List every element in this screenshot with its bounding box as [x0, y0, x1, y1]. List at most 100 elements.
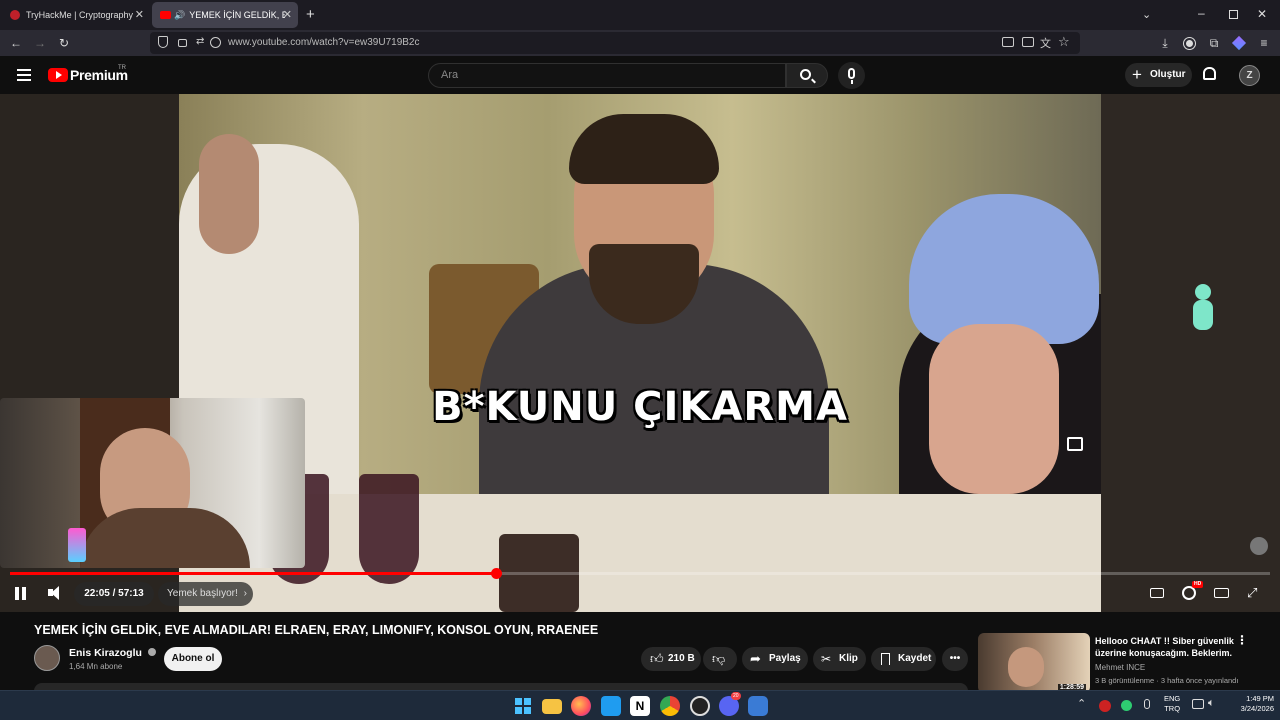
url-bar[interactable]: ⇄ www.youtube.com/watch?v=ew39U719B2c 文 … [150, 32, 1080, 54]
miniplayer-icon[interactable] [1067, 437, 1083, 451]
recommended-channel[interactable]: Mehmet INCE [1095, 663, 1145, 672]
menu-hamburger-icon[interactable]: ≡ [1256, 35, 1272, 51]
recommended-meta: 3 B görüntülenme · 3 hafta önce yayınlan… [1095, 676, 1239, 685]
pause-icon [15, 587, 19, 600]
avatar[interactable]: Z [1239, 65, 1260, 86]
tab-youtube-video[interactable]: 🔊 YEMEK İÇİN GELDİK, EVE AL ✕ [152, 2, 298, 28]
tab-tryhackme[interactable]: TryHackMe | Cryptography Conc ✕ [2, 2, 150, 28]
mascot-decoration [1183, 284, 1223, 338]
tray-app-icon[interactable] [1099, 700, 1111, 712]
translate-icon[interactable]: 文 [1040, 35, 1051, 51]
recommended-title-line1: Hellooo CHAAT !! Siber güvenlik [1095, 636, 1234, 646]
tray-status-icon[interactable] [1121, 700, 1132, 711]
search-input[interactable]: Ara [428, 63, 786, 88]
bookmark-star-icon[interactable]: ☆ [1058, 34, 1070, 50]
browser-tab-bar: TryHackMe | Cryptography Conc ✕ 🔊 YEMEK … [0, 0, 1280, 30]
app-snowflake-icon[interactable] [748, 696, 768, 716]
chrome-icon[interactable] [660, 696, 680, 716]
reload-icon[interactable]: ↻ [56, 35, 72, 51]
video-player[interactable]: B*KUNU ÇIKARMA 22:05 / 57:13 Yemek başlı… [0, 94, 1280, 612]
chapter-button[interactable]: Yemek başlıyor! › [158, 582, 253, 606]
language-indicator[interactable]: ENG TRQ [1164, 694, 1180, 714]
vscode-icon[interactable] [601, 696, 621, 716]
restore-icon[interactable] [1229, 10, 1238, 19]
notifications-bell-icon[interactable] [1203, 67, 1216, 80]
scissors-icon: ✂ [821, 652, 832, 666]
lang-line1: ENG [1164, 694, 1181, 703]
share-button[interactable]: ➦ Paylaş [742, 647, 808, 671]
verified-icon [147, 648, 156, 656]
tracking-blocked-icon[interactable] [210, 37, 221, 48]
subtitles-button[interactable] [1150, 588, 1164, 598]
progress-bar[interactable] [10, 568, 1270, 579]
obs-icon[interactable] [690, 696, 710, 716]
firefox-icon[interactable] [571, 696, 591, 716]
hd-badge: HD [1192, 581, 1204, 588]
channel-name-text: Enis Kirazoglu [69, 647, 142, 659]
shield-icon[interactable] [158, 36, 168, 48]
channel-name[interactable]: Enis Kirazoglu [69, 647, 156, 659]
region-badge: TR [118, 65, 126, 71]
recommended-title[interactable]: Hellooo CHAAT !! Siber güvenlik üzerine … [1095, 635, 1235, 659]
speaker-playing-icon[interactable]: 🔊 [174, 10, 185, 21]
time-display: 22:05 / 57:13 [74, 582, 154, 606]
list-tabs-icon[interactable]: ⌄ [1142, 8, 1151, 21]
subscribe-button[interactable]: Abone ol [164, 647, 222, 671]
clock[interactable]: 1:49 PM 3/24/2026 [1226, 694, 1274, 714]
video-frame [179, 94, 1101, 612]
tab-label: TryHackMe | Cryptography Conc [26, 10, 136, 20]
thumbs-up-icon: 👍︎ [650, 651, 664, 666]
clip-button[interactable]: ✂ Klip [813, 647, 866, 671]
minimize-icon[interactable]: – [1198, 6, 1205, 20]
theater-mode-button[interactable] [1214, 588, 1229, 598]
close-window-icon[interactable]: ✕ [1257, 7, 1267, 21]
permissions-icon[interactable]: ⇄ [196, 36, 204, 47]
channel-avatar[interactable] [34, 645, 60, 671]
file-explorer-icon[interactable] [542, 699, 562, 714]
tab-close-icon[interactable]: ✕ [135, 8, 144, 21]
create-label: Oluştur [1150, 69, 1186, 80]
channel-watermark-avatar[interactable] [1250, 537, 1268, 555]
right-background [1101, 94, 1280, 612]
recommended-menu-icon[interactable]: ⋮ [1236, 633, 1248, 647]
like-button[interactable]: 👍︎ 210 B [641, 647, 701, 671]
volume-tray-icon[interactable]: 🔈︎ [1208, 697, 1215, 710]
url-text[interactable]: www.youtube.com/watch?v=ew39U719B2c [228, 37, 420, 48]
tab-label: YEMEK İÇİN GELDİK, EVE AL [189, 10, 286, 20]
voice-search-button[interactable] [838, 62, 865, 89]
create-button[interactable]: + Oluştur [1125, 63, 1192, 87]
search-button[interactable] [786, 63, 828, 88]
screenshot-icon[interactable] [1022, 37, 1034, 47]
recommended-thumbnail[interactable]: 1:28:59 [978, 633, 1090, 693]
pause-button[interactable] [15, 587, 27, 600]
save-button[interactable]: Kaydet [871, 647, 936, 671]
chevron-up-icon[interactable]: ⌃ [1077, 697, 1086, 710]
lock-icon[interactable] [178, 39, 187, 47]
clock-time: 1:49 PM [1246, 694, 1274, 703]
youtube-favicon-icon [160, 11, 171, 19]
discord-icon[interactable]: 20 [719, 692, 741, 716]
notion-icon[interactable]: N [630, 696, 650, 716]
back-arrow-icon[interactable]: ← [8, 35, 24, 51]
forward-arrow-icon[interactable]: → [32, 35, 48, 51]
network-icon[interactable] [1192, 699, 1204, 709]
clock-date: 3/24/2026 [1240, 704, 1274, 713]
tab-close-icon[interactable]: ✕ [283, 8, 292, 21]
new-tab-icon[interactable]: + [306, 7, 315, 22]
start-windows-icon[interactable] [513, 696, 533, 716]
downloads-icon[interactable]: ⤓ [1157, 35, 1173, 51]
extensions-icon[interactable]: ⧉ [1206, 35, 1222, 51]
fullscreen-button[interactable]: ⤢ [1247, 585, 1257, 601]
subscribe-label: Abone ol [171, 653, 215, 664]
more-actions-button[interactable]: ••• [942, 647, 968, 671]
picture-in-picture-icon[interactable] [1002, 37, 1014, 47]
progress-played [10, 572, 497, 575]
chapter-label: Yemek başlıyor! [167, 588, 238, 599]
account-icon[interactable] [1184, 38, 1195, 49]
guide-menu-icon[interactable] [17, 69, 31, 81]
dislike-button[interactable]: 👎︎ [703, 647, 737, 671]
settings-button[interactable]: HD [1182, 581, 1204, 600]
thumbs-down-icon: 👎︎ [712, 651, 726, 666]
tryhackme-favicon-icon [10, 10, 20, 20]
microphone-tray-icon[interactable] [1144, 699, 1150, 709]
